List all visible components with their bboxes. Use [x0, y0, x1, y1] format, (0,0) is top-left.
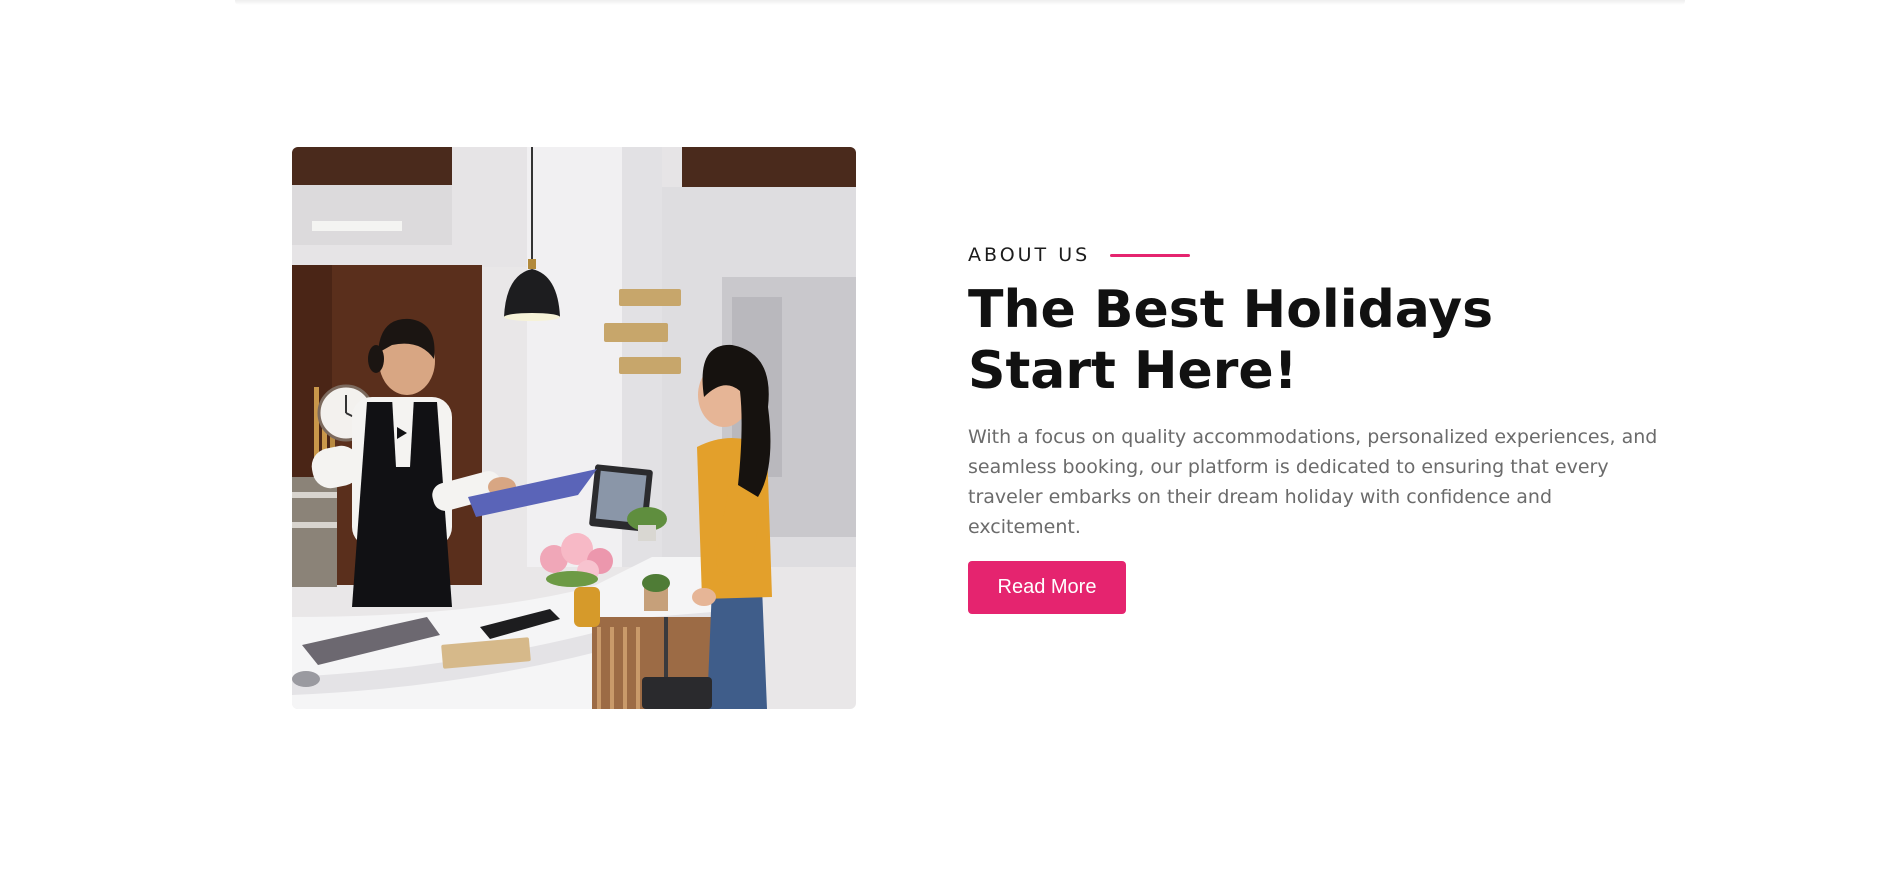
- hotel-reception-illustration: [292, 147, 856, 709]
- section-headline: The Best Holidays Start Here!: [968, 280, 1494, 401]
- about-section: ABOUT US The Best Holidays Start Here! W…: [0, 0, 1888, 885]
- read-more-button[interactable]: Read More: [968, 561, 1126, 614]
- eyebrow-accent-line: [1110, 253, 1191, 257]
- about-content: ABOUT US The Best Holidays Start Here! W…: [968, 240, 1668, 614]
- hotel-reception-photo: [292, 147, 856, 709]
- eyebrow-label: ABOUT US: [968, 244, 1091, 266]
- section-description: With a focus on quality accommodations, …: [968, 426, 1658, 538]
- section-eyebrow: ABOUT US: [968, 240, 1668, 270]
